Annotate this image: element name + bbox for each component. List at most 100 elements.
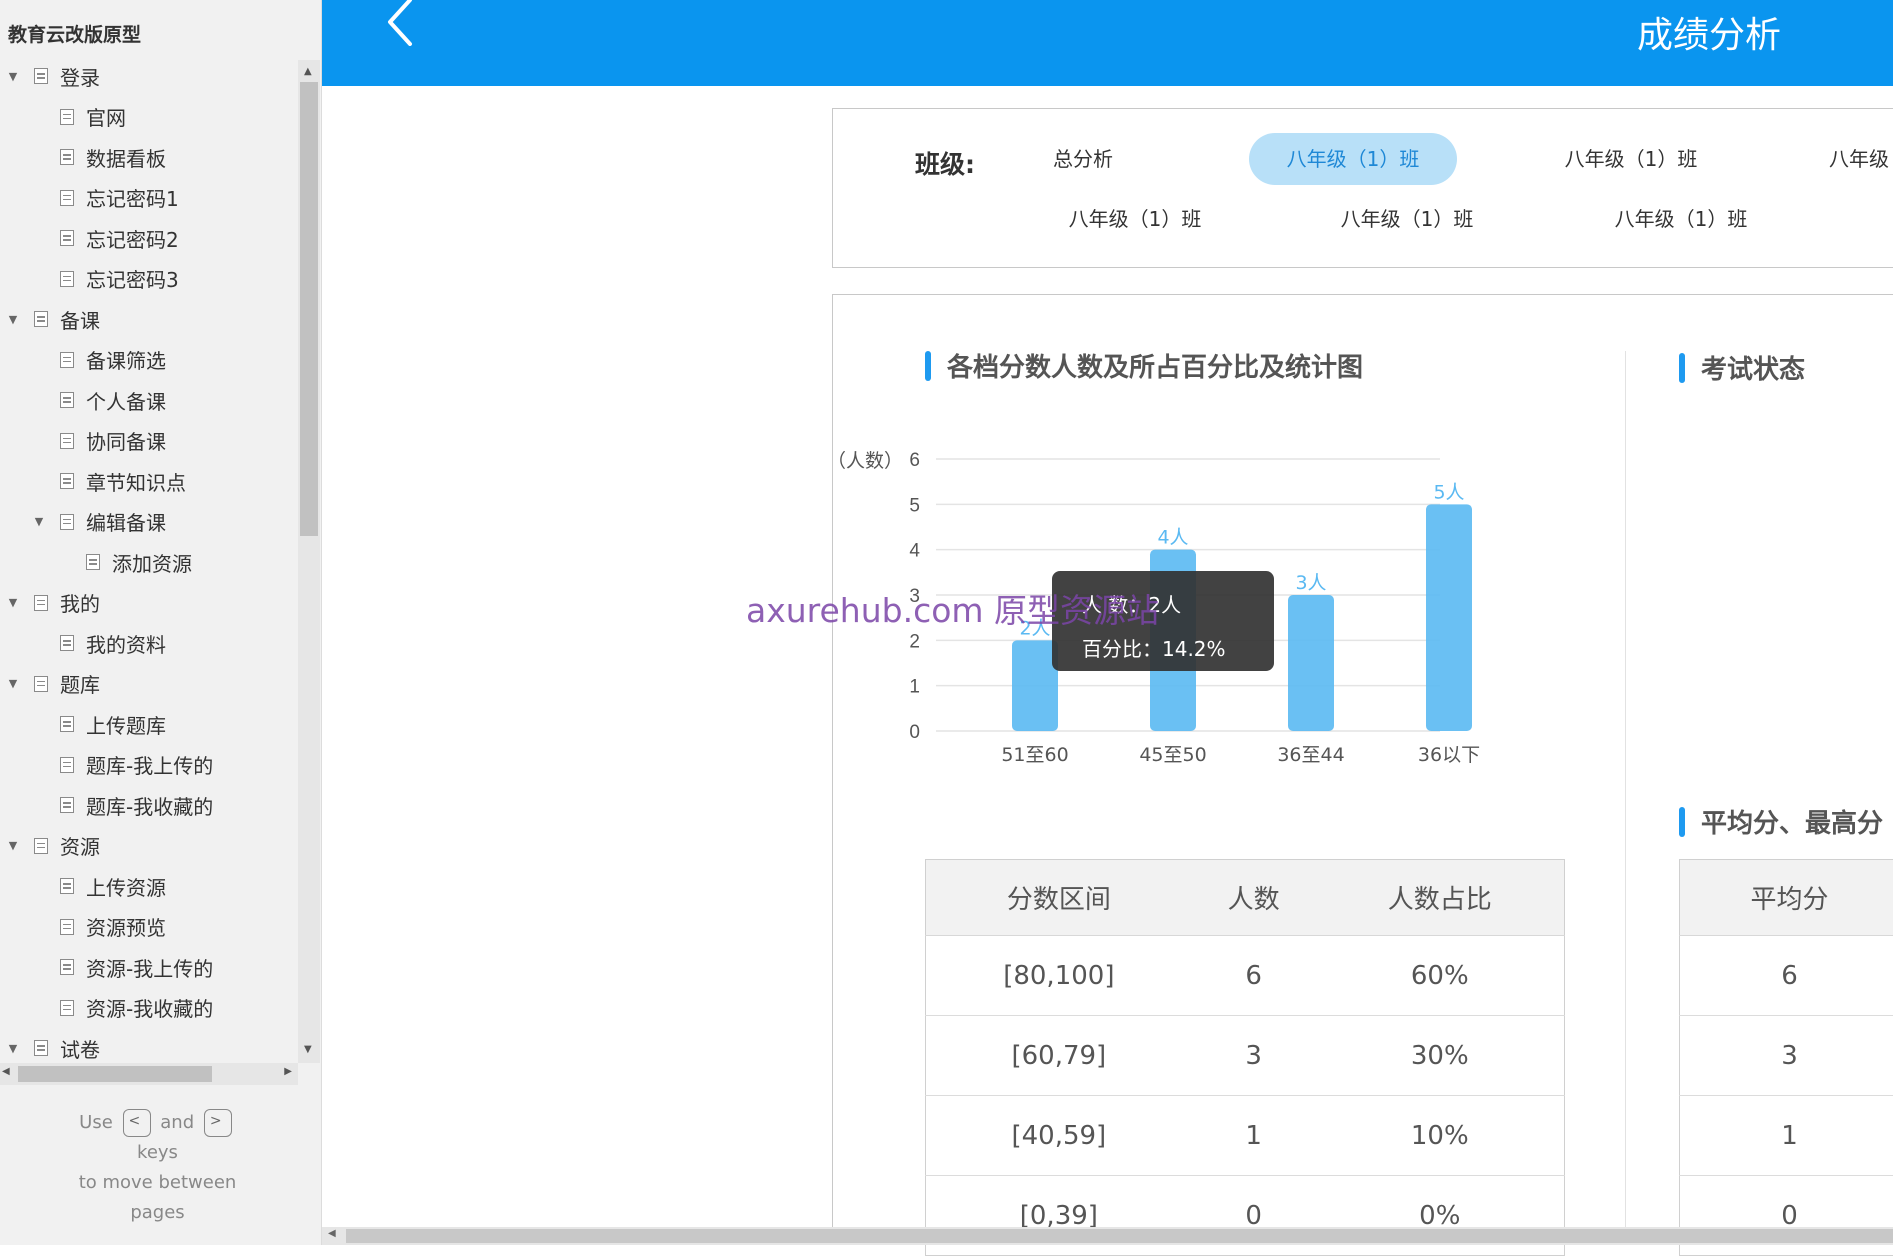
tree-horizontal-scroll-thumb[interactable]: [18, 1066, 212, 1082]
page-icon: [34, 676, 48, 692]
y-tick-label: 4: [909, 541, 920, 562]
tree-item[interactable]: 忘记密码3: [32, 259, 179, 299]
y-tick-label: 2: [909, 631, 920, 652]
page-icon: [86, 554, 100, 570]
page-icon: [60, 919, 74, 935]
expand-toggle-icon[interactable]: ▼: [6, 70, 20, 83]
main-horizontal-scrollbar[interactable]: ◀: [322, 1227, 1893, 1245]
tree-horizontal-scrollbar[interactable]: ◀ ▶: [0, 1063, 298, 1085]
tree-item-label: 我的: [60, 588, 100, 617]
class-chip[interactable]: 八年级（1）班: [1327, 193, 1487, 245]
class-chip[interactable]: 八年级（1）班: [1601, 193, 1761, 245]
average-score-title-text: 平均分、最高分: [1701, 803, 1883, 840]
page-icon: [34, 838, 48, 854]
tree-item[interactable]: 官网: [32, 97, 126, 137]
y-tick-label: 6: [909, 450, 920, 471]
page-icon: [60, 514, 74, 530]
table-header-row: 平均分: [1680, 860, 1893, 936]
expand-toggle-icon[interactable]: ▼: [6, 677, 20, 690]
tree-item[interactable]: 题库-我上传的: [32, 745, 213, 785]
hint-and: and: [160, 1112, 194, 1133]
class-chip[interactable]: 八年级: [1829, 133, 1893, 185]
table-row: 6: [1680, 936, 1893, 1016]
tree-item[interactable]: 上传题库: [32, 704, 166, 744]
tree-item-label: 协同备课: [86, 426, 166, 455]
table-cell: [60,79]: [926, 1016, 1192, 1096]
scroll-left-arrow-icon[interactable]: ◀: [328, 1228, 336, 1239]
chart-bar: [1426, 504, 1472, 731]
tree-item[interactable]: 章节知识点: [32, 461, 186, 501]
tree-item-label: 我的资料: [86, 629, 166, 658]
class-chip[interactable]: 八年级（1）班: [1551, 133, 1711, 185]
tree-item-label: 资源预览: [86, 912, 166, 941]
tree-item[interactable]: 我的资料: [32, 623, 166, 663]
tree-item[interactable]: 资源-我上传的: [32, 947, 213, 987]
bar-data-label: 4人: [1157, 527, 1188, 549]
scroll-right-arrow-icon[interactable]: ▶: [284, 1066, 292, 1077]
tree-item[interactable]: 资源-我收藏的: [32, 988, 213, 1028]
tree-item[interactable]: 资源预览: [32, 907, 166, 947]
tree-item-label: 个人备课: [86, 386, 166, 415]
x-tick-label: 51至60: [1001, 744, 1068, 766]
back-arrow-icon[interactable]: [380, 0, 420, 46]
project-title: 教育云改版原型: [8, 20, 141, 47]
tree-item-label: 试卷: [60, 1034, 100, 1063]
tree-item[interactable]: ▼ 资源: [6, 826, 100, 866]
tree-vertical-scrollbar[interactable]: ▲ ▼: [298, 60, 320, 1063]
title-accent-bar: [1679, 807, 1685, 837]
expand-toggle-icon[interactable]: ▼: [6, 1042, 20, 1055]
scroll-down-arrow-icon[interactable]: ▼: [304, 1044, 312, 1055]
tree-item[interactable]: 个人备课: [32, 380, 166, 420]
page-icon: [60, 352, 74, 368]
tree-item[interactable]: 忘记密码2: [32, 218, 179, 258]
tree-item[interactable]: ▼ 我的: [6, 583, 100, 623]
expand-toggle-icon[interactable]: ▼: [32, 515, 46, 528]
tree-item-label: 上传资源: [86, 872, 166, 901]
tree-item[interactable]: 添加资源: [58, 542, 192, 582]
page-icon: [60, 878, 74, 894]
class-chip-summary[interactable]: 总分析: [1013, 133, 1153, 185]
main-horizontal-scroll-thumb[interactable]: [346, 1229, 1893, 1243]
tree-item[interactable]: 协同备课: [32, 421, 166, 461]
scroll-left-arrow-icon[interactable]: ◀: [2, 1066, 10, 1077]
y-axis-label: （人数）: [833, 450, 903, 472]
expand-toggle-icon[interactable]: ▼: [6, 313, 20, 326]
tree-item-label: 忘记密码3: [86, 264, 179, 293]
tree-item[interactable]: ▼ 试卷: [6, 1028, 100, 1066]
tree-item-label: 题库-我收藏的: [86, 791, 213, 820]
scroll-up-arrow-icon[interactable]: ▲: [304, 66, 312, 77]
tree-item[interactable]: 数据看板: [32, 137, 166, 177]
score-distribution-title-text: 各档分数人数及所占百分比及统计图: [947, 347, 1363, 384]
page-icon: [60, 433, 74, 449]
bar-data-label: 5人: [1433, 481, 1464, 503]
tree-vertical-scroll-thumb[interactable]: [300, 82, 318, 536]
expand-toggle-icon[interactable]: ▼: [6, 596, 20, 609]
page-header: 成绩分析: [322, 0, 1893, 86]
tree-item-label: 登录: [60, 62, 100, 91]
tree-item[interactable]: 备课筛选: [32, 340, 166, 380]
tree-item[interactable]: 题库-我收藏的: [32, 785, 213, 825]
tree-item[interactable]: ▼备课: [6, 299, 100, 339]
tree-item[interactable]: ▼ 题库: [6, 664, 100, 704]
expand-toggle-icon[interactable]: ▼: [6, 839, 20, 852]
table-row: [40,59]110%: [926, 1096, 1565, 1176]
tree-item[interactable]: 忘记密码1: [32, 178, 179, 218]
score-range-table: 分数区间人数人数占比 [80,100]660%[60,79]330%[40,59…: [925, 859, 1565, 1256]
x-tick-label: 45至50: [1139, 744, 1206, 766]
bar-data-label: 3人: [1295, 572, 1326, 594]
watermark: axurehub.com 原型资源站: [746, 584, 1159, 632]
page-icon: [60, 230, 74, 246]
tree-item[interactable]: ▼编辑备课: [32, 502, 166, 542]
table-header-cell: 平均分: [1680, 860, 1893, 936]
page-icon: [60, 757, 74, 773]
page-icon: [60, 959, 74, 975]
tree-item-label: 资源: [60, 831, 100, 860]
tree-item-label: 题库: [60, 669, 100, 698]
table-cell: 1: [1680, 1096, 1893, 1176]
table-cell: 1: [1192, 1096, 1316, 1176]
tree-item[interactable]: ▼ 登录: [6, 56, 100, 96]
class-chip-active[interactable]: 八年级（1）班: [1249, 133, 1457, 185]
tree-item[interactable]: 上传资源: [32, 866, 166, 906]
next-key-icon: >: [204, 1109, 232, 1137]
class-chip[interactable]: 八年级（1）班: [1055, 193, 1215, 245]
